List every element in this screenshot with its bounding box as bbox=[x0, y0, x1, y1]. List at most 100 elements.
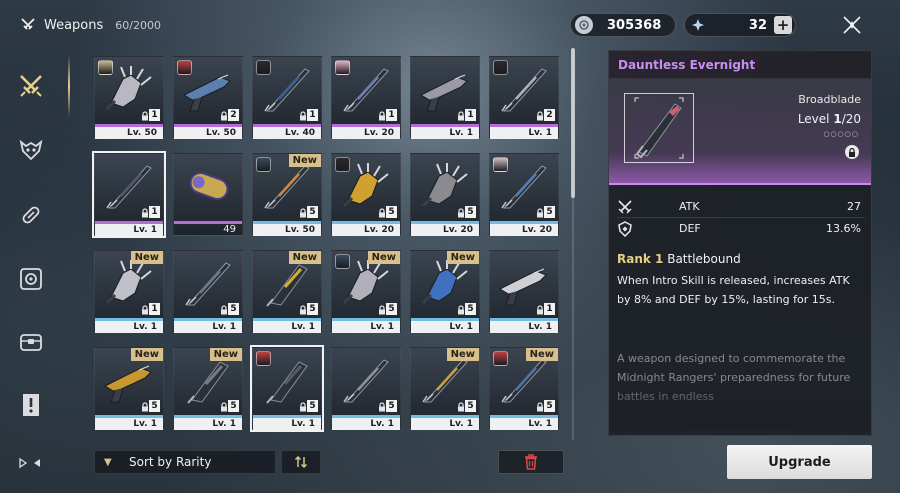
weapon-card[interactable]: 1 Lv. 40 bbox=[252, 56, 322, 139]
lock-icon bbox=[536, 111, 544, 124]
equipped-character-avatar bbox=[256, 60, 271, 75]
weapon-level: Lv. 20 bbox=[332, 224, 400, 236]
weapon-art bbox=[338, 356, 396, 404]
weapon-card[interactable]: New 5 Lv. 50 bbox=[252, 153, 322, 236]
grid-scrollbar-thumb[interactable] bbox=[571, 48, 575, 198]
rank-badge: 1 bbox=[465, 109, 476, 121]
weapon-art bbox=[180, 162, 238, 210]
lock-toggle[interactable] bbox=[845, 145, 859, 159]
swap-order-icon bbox=[294, 455, 308, 469]
weapon-art bbox=[180, 356, 238, 404]
rank-badge: 2 bbox=[228, 109, 239, 121]
shell-credit-icon bbox=[575, 16, 593, 34]
weapon-card[interactable]: New 1 Lv. 1 bbox=[94, 250, 164, 333]
sidebar-item-consumables[interactable] bbox=[16, 200, 46, 230]
rank-badge: 5 bbox=[307, 400, 318, 412]
weapon-card[interactable]: 49 bbox=[173, 153, 243, 236]
shell-credit-value: 305368 bbox=[607, 17, 662, 33]
weapon-level: Lv. 1 bbox=[95, 321, 163, 333]
weapon-card[interactable]: New 5 Lv. 1 bbox=[173, 347, 243, 430]
play-control-icon bbox=[19, 457, 40, 469]
weapon-level: Lv. 1 bbox=[253, 418, 321, 430]
rank-badge: 5 bbox=[544, 400, 555, 412]
weapon-card[interactable]: 5 Lv. 20 bbox=[489, 153, 559, 236]
weapon-name: Dauntless Evernight bbox=[618, 58, 756, 72]
equipped-character-avatar bbox=[335, 60, 350, 75]
weapon-level: Lv. 40 bbox=[253, 127, 321, 139]
weapon-card[interactable]: 1 Lv. 1 bbox=[92, 151, 166, 238]
rank-badge: 1 bbox=[544, 303, 555, 315]
weapon-level: Lv. 20 bbox=[490, 224, 558, 236]
weapon-card[interactable]: New 5 Lv. 1 bbox=[331, 250, 401, 333]
stat-row-atk: ATK 27 bbox=[609, 197, 871, 217]
lock-icon bbox=[378, 402, 386, 415]
sort-order-button[interactable] bbox=[281, 450, 321, 474]
rank-badge: 5 bbox=[386, 206, 397, 218]
weapon-card[interactable]: 5 Lv. 20 bbox=[331, 153, 401, 236]
weapon-card[interactable]: 1 Lv. 20 bbox=[331, 56, 401, 139]
weapon-level: Lv. 20 bbox=[332, 127, 400, 139]
sort-label: Sort by Rarity bbox=[129, 455, 212, 469]
broadblade-icon bbox=[634, 97, 684, 159]
demon-head-icon bbox=[19, 139, 43, 161]
weapon-card[interactable]: 1 Lv. 1 bbox=[410, 56, 480, 139]
equipped-character-avatar bbox=[177, 60, 192, 75]
weapon-card[interactable]: 5 Lv. 1 bbox=[173, 250, 243, 333]
weapon-card[interactable]: New 5 Lv. 1 bbox=[94, 347, 164, 430]
rank-badge: 5 bbox=[307, 303, 318, 315]
weapon-level: Lv. 1 bbox=[95, 418, 163, 430]
sidebar-item-materials[interactable] bbox=[16, 264, 46, 294]
lock-icon bbox=[378, 208, 386, 221]
weapon-card[interactable]: 2 Lv. 50 bbox=[173, 56, 243, 139]
rank-badge: 5 bbox=[465, 206, 476, 218]
weapon-level: Lv. 1 bbox=[95, 224, 163, 236]
equipped-character-avatar bbox=[493, 157, 508, 172]
weapon-level: Lv. 1 bbox=[411, 418, 479, 430]
weapon-card[interactable]: New 5 Lv. 1 bbox=[410, 347, 480, 430]
def-icon bbox=[617, 221, 633, 237]
weapon-card[interactable]: 5 Lv. 1 bbox=[331, 347, 401, 430]
lock-icon bbox=[536, 305, 544, 318]
lock-icon bbox=[536, 402, 544, 415]
upgrade-button[interactable]: Upgrade bbox=[727, 445, 872, 479]
weapon-card[interactable]: 1 Lv. 50 bbox=[94, 56, 164, 139]
page-header: Weapons 60/2000 bbox=[20, 17, 161, 33]
weapon-card[interactable]: New 5 Lv. 1 bbox=[489, 347, 559, 430]
weapon-card[interactable]: New 5 Lv. 1 bbox=[410, 250, 480, 333]
sidebar-item-quest-items[interactable] bbox=[16, 390, 46, 420]
weapon-count: 60/2000 bbox=[115, 18, 161, 32]
lock-icon bbox=[141, 111, 149, 124]
lock-icon bbox=[457, 305, 465, 318]
add-astrite-button[interactable]: + bbox=[774, 16, 792, 34]
new-badge: New bbox=[367, 251, 400, 264]
lock-icon bbox=[299, 111, 307, 124]
equipped-character-avatar bbox=[335, 254, 350, 269]
weapon-card[interactable]: 1 Lv. 1 bbox=[489, 250, 559, 333]
weapon-type: Broadblade bbox=[798, 93, 861, 106]
weapon-card[interactable]: 5 Lv. 20 bbox=[410, 153, 480, 236]
rank-badge: 5 bbox=[228, 400, 239, 412]
rank-badge: 1 bbox=[386, 109, 397, 121]
weapon-card[interactable]: New 5 Lv. 1 bbox=[252, 250, 322, 333]
sidebar-item-weapons[interactable] bbox=[16, 71, 46, 101]
lock-icon bbox=[299, 208, 307, 221]
shell-credit-display: 305368 bbox=[570, 13, 676, 37]
weapon-art bbox=[417, 259, 475, 307]
weapon-card[interactable]: 2 Lv. 1 bbox=[489, 56, 559, 139]
close-button[interactable] bbox=[840, 13, 864, 37]
new-badge: New bbox=[288, 154, 321, 167]
lock-icon bbox=[220, 402, 228, 415]
lock-icon bbox=[299, 402, 307, 415]
sidebar-item-resources[interactable] bbox=[16, 327, 46, 357]
playback-control[interactable] bbox=[18, 455, 48, 469]
weapon-card[interactable]: 5 Lv. 1 bbox=[250, 345, 324, 432]
sort-dropdown[interactable]: ▼ Sort by Rarity bbox=[94, 450, 276, 474]
lock-icon bbox=[378, 305, 386, 318]
new-badge: New bbox=[130, 251, 163, 264]
rank-badge: 2 bbox=[544, 109, 555, 121]
sidebar-item-echoes[interactable] bbox=[16, 135, 46, 165]
astrite-icon bbox=[689, 16, 707, 34]
level-max: /20 bbox=[841, 112, 861, 126]
astrite-value: 32 bbox=[748, 17, 767, 33]
dismantle-button[interactable] bbox=[498, 450, 564, 474]
